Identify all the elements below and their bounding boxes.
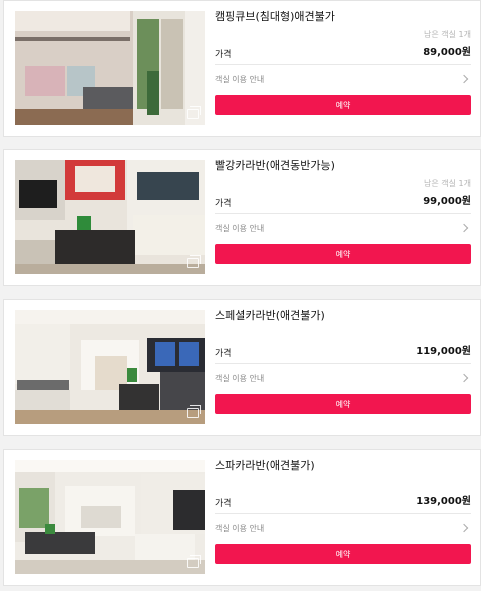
gallery-icon: [187, 555, 201, 568]
chevron-right-icon[interactable]: [461, 74, 469, 84]
reserve-button[interactable]: 예약: [215, 244, 471, 264]
chevron-right-icon[interactable]: [461, 223, 469, 233]
room-guide-link[interactable]: 객실 이용 안내: [215, 223, 264, 234]
divider: [215, 363, 471, 364]
price-value: 139,000원: [416, 496, 471, 507]
room-card: 캠핑큐브(침대형)애견불가 남은 객실 1개 가격 89,000원 객실 이용 …: [3, 0, 481, 137]
reserve-button[interactable]: 예약: [215, 544, 471, 564]
divider: [215, 213, 471, 214]
gallery-icon: [187, 255, 201, 268]
price-value: 89,000원: [423, 47, 471, 58]
room-info: 캠핑큐브(침대형)애견불가 남은 객실 1개 가격 89,000원 객실 이용 …: [215, 1, 471, 136]
room-guide-link[interactable]: 객실 이용 안내: [215, 373, 264, 384]
price-value: 99,000원: [423, 196, 471, 207]
room-guide-link[interactable]: 객실 이용 안내: [215, 523, 264, 534]
remaining-rooms: 남은 객실 1개: [424, 179, 471, 188]
price-label: 가격: [215, 349, 232, 359]
room-name[interactable]: 스페셜카라반(애견불가): [215, 307, 325, 323]
room-info: 스페셜카라반(애견불가) 가격 119,000원 객실 이용 안내 예약: [215, 300, 471, 435]
room-card: 빨강카라반(애견동반가능) 남은 객실 1개 가격 99,000원 객실 이용 …: [3, 149, 481, 286]
room-info: 스파카라반(애견불가) 가격 139,000원 객실 이용 안내 예약: [215, 450, 471, 585]
room-card: 스파카라반(애견불가) 가격 139,000원 객실 이용 안내 예약: [3, 449, 481, 586]
room-name[interactable]: 캠핑큐브(침대형)애견불가: [215, 8, 335, 24]
room-info: 빨강카라반(애견동반가능) 남은 객실 1개 가격 99,000원 객실 이용 …: [215, 150, 471, 285]
chevron-right-icon[interactable]: [461, 523, 469, 533]
room-photo[interactable]: [15, 460, 205, 574]
room-photo[interactable]: [15, 160, 205, 274]
gallery-icon: [187, 106, 201, 119]
price-value: 119,000원: [416, 346, 471, 357]
price-label: 가격: [215, 499, 232, 509]
reserve-button[interactable]: 예약: [215, 394, 471, 414]
room-name[interactable]: 빨강카라반(애견동반가능): [215, 157, 335, 173]
gallery-icon: [187, 405, 201, 418]
divider: [215, 513, 471, 514]
remaining-rooms: 남은 객실 1개: [424, 30, 471, 39]
room-guide-link[interactable]: 객실 이용 안내: [215, 74, 264, 85]
room-name[interactable]: 스파카라반(애견불가): [215, 457, 315, 473]
price-label: 가격: [215, 50, 232, 60]
chevron-right-icon[interactable]: [461, 373, 469, 383]
reserve-button[interactable]: 예약: [215, 95, 471, 115]
divider: [215, 64, 471, 65]
room-photo[interactable]: [15, 310, 205, 424]
room-card: 스페셜카라반(애견불가) 가격 119,000원 객실 이용 안내 예약: [3, 299, 481, 436]
price-label: 가격: [215, 199, 232, 209]
room-photo[interactable]: [15, 11, 205, 125]
